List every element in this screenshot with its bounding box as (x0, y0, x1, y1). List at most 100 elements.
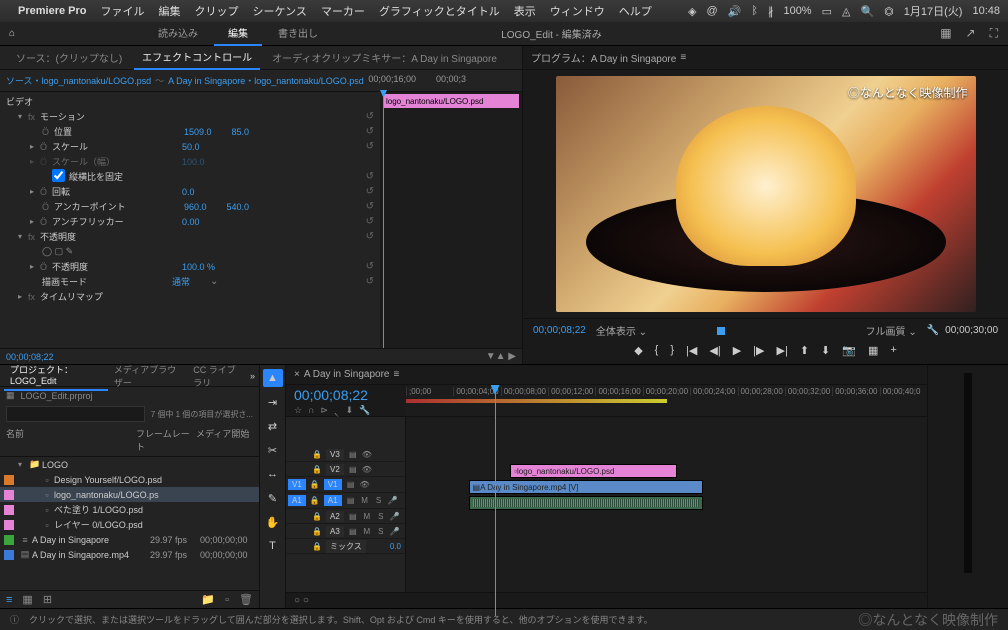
timeline-track-area[interactable]: ▫logo_nantonaku/LOGO.psd ▤A Day in Singa… (406, 417, 927, 592)
list-item[interactable]: ▤A Day in Singapore.mp429.97 fps00;00;00… (0, 547, 259, 562)
list-view-icon[interactable]: ≡ (6, 594, 12, 606)
menu-graphics[interactable]: グラフィックとタイトル (379, 3, 500, 19)
project-search-input[interactable] (6, 406, 145, 422)
menu-help[interactable]: ヘルプ (619, 3, 652, 19)
new-item-icon[interactable]: ▫ (225, 594, 229, 606)
at-icon[interactable]: @ (706, 5, 717, 17)
prop-opacity-grp[interactable]: 不透明度 (40, 230, 160, 243)
go-in-icon[interactable]: |◀ (686, 344, 697, 357)
project-item-list: ▾📁LOGO ▫Design Yourself/LOGO.psd ▫logo_n… (0, 457, 259, 590)
new-bin-icon[interactable]: 📁 (201, 593, 215, 606)
ws-tab-edit[interactable]: 編集 (214, 21, 262, 46)
list-item[interactable]: ▫レイヤー 0/LOGO.psd (0, 517, 259, 532)
export-frame-icon[interactable]: 📷 (842, 344, 856, 357)
list-item[interactable]: ▫logo_nantonaku/LOGO.ps (0, 487, 259, 502)
list-item[interactable]: ▫Design Yourself/LOGO.psd (0, 472, 259, 487)
battery-icon: ▭ (822, 5, 832, 18)
volume-icon[interactable]: 🔊 (728, 5, 742, 18)
list-item[interactable]: ▫べた塗り 1/LOGO.psd (0, 502, 259, 517)
wifi-icon[interactable]: ◬ (842, 5, 850, 18)
razor-tool[interactable]: ✂ (263, 441, 283, 459)
tab-source[interactable]: ソース：(クリップなし) (8, 46, 130, 69)
pen-tool[interactable]: ✎ (263, 489, 283, 507)
program-scrubber[interactable] (657, 328, 856, 334)
program-tc-current[interactable]: 00;00;08;22 (533, 325, 586, 336)
comparison-icon[interactable]: ▦ (868, 344, 878, 357)
cc-icon[interactable]: ◈ (688, 5, 696, 18)
ws-tab-import[interactable]: 読み込み (144, 21, 212, 46)
prop-timeremap[interactable]: タイムリマップ (40, 290, 160, 303)
menu-window[interactable]: ウィンドウ (550, 3, 605, 19)
menu-clip[interactable]: クリップ (194, 3, 238, 19)
tab-effect-controls[interactable]: エフェクトコントロール (134, 45, 260, 70)
extract-icon[interactable]: ⬇ (821, 344, 830, 357)
menu-edit[interactable]: 編集 (158, 3, 180, 19)
slip-tool[interactable]: ↔ (263, 465, 283, 483)
selection-tool[interactable]: ▲ (263, 369, 283, 387)
zoom-dropdown[interactable]: 全体表示 ⌄ (596, 323, 647, 338)
play-icon[interactable]: ▶ (733, 344, 741, 357)
add-marker-icon[interactable]: ◆ (634, 344, 642, 357)
effect-timeline[interactable]: logo_nantonaku/LOGO.psd (380, 92, 522, 348)
bt-badge: ∦ (768, 5, 774, 18)
track-select-tool[interactable]: ⇥ (263, 393, 283, 411)
maximize-icon[interactable]: ⛶ (990, 26, 998, 41)
search-icon[interactable]: 🔍 (860, 5, 874, 18)
bluetooth-icon[interactable]: ᛒ (751, 5, 758, 17)
icon-view-icon[interactable]: ▦ (22, 593, 32, 606)
battery-pct: 100% (783, 5, 811, 17)
menu-marker[interactable]: マーカー (321, 3, 365, 19)
list-item[interactable]: ≡A Day in Singapore29.97 fps00;00;00;00 (0, 532, 259, 547)
quality-dropdown[interactable]: フル画質 ⌄ (866, 323, 917, 338)
home-icon[interactable]: ⌂ (0, 28, 24, 39)
prop-opacity: 不透明度 (52, 260, 172, 273)
timeline-ruler[interactable]: ;00;0000;00;04;0000;00;08;0000;00;12;000… (406, 385, 927, 416)
prop-scale-w: スケール（幅） (52, 155, 172, 168)
control-center-icon[interactable]: ⏣ (884, 5, 894, 18)
clear-icon[interactable]: 🗑 (239, 593, 253, 606)
sequence-title[interactable]: A Day in Singapore (304, 369, 390, 380)
effect-source: ソース・logo_nantonaku/LOGO.psd (6, 74, 151, 87)
timeline-playhead[interactable] (495, 385, 496, 616)
step-fwd-icon[interactable]: |▶ (753, 344, 764, 357)
prop-scale: スケール (52, 140, 172, 153)
menu-view[interactable]: 表示 (514, 3, 536, 19)
timeline-clip-audio[interactable] (469, 496, 703, 510)
app-name[interactable]: Premiere Pro (18, 5, 86, 17)
hand-tool[interactable]: ✋ (263, 513, 283, 531)
lift-icon[interactable]: ⬆ (800, 344, 809, 357)
tools-panel: ▲ ⇥ ⇄ ✂ ↔ ✎ ✋ T (260, 365, 286, 608)
time[interactable]: 10:48 (972, 5, 1000, 17)
program-monitor[interactable]: ◎なんとなく映像制作 (523, 70, 1008, 318)
ripple-edit-tool[interactable]: ⇄ (263, 417, 283, 435)
tab-audio-mixer[interactable]: オーディオクリップミキサー：A Day in Singapore (264, 46, 505, 69)
effect-playhead[interactable] (383, 92, 384, 348)
timeline-clip[interactable]: ▤A Day in Singapore.mp4 [V] (469, 480, 703, 494)
workspace-menu-icon[interactable]: ▦ (940, 26, 951, 41)
menu-sequence[interactable]: シーケンス (252, 3, 306, 19)
prop-rotation: 回転 (52, 185, 172, 198)
mark-in-icon[interactable]: { (655, 344, 659, 357)
type-tool[interactable]: T (263, 537, 283, 555)
list-item[interactable]: ▾📁LOGO (0, 457, 259, 472)
step-back-icon[interactable]: ◀| (709, 344, 720, 357)
date[interactable]: 1月17日(火) (904, 3, 963, 19)
ws-tab-export[interactable]: 書き出し (264, 21, 332, 46)
aspect-lock-checkbox[interactable] (52, 169, 65, 182)
timeline-timecode[interactable]: 00;00;08;22 (294, 387, 398, 403)
effect-clip-bar: logo_nantonaku/LOGO.psd (383, 94, 519, 108)
go-out-icon[interactable]: ▶| (776, 344, 787, 357)
menu-file[interactable]: ファイル (100, 3, 144, 19)
freeform-view-icon[interactable]: ⊞ (43, 593, 52, 606)
timeline-clip[interactable]: ▫logo_nantonaku/LOGO.psd (510, 464, 677, 478)
reset-icon[interactable]: ↺ (366, 111, 374, 122)
prop-motion[interactable]: モーション (40, 110, 160, 123)
mark-out-icon[interactable]: } (670, 344, 674, 357)
effect-controls-panel: ソース：(クリップなし) エフェクトコントロール オーディオクリップミキサー：A… (0, 46, 523, 364)
wrench-icon[interactable]: 🔧 (927, 325, 939, 336)
button-editor-icon[interactable]: + (890, 344, 896, 357)
status-bar: ⓘ クリックで選択、または選択ツールをドラッグして囲んだ部分を選択します。Shi… (0, 608, 1008, 630)
effect-filter-icon[interactable]: ▼▲ ▶ (486, 351, 516, 362)
quick-export-icon[interactable]: ↗ (966, 26, 976, 41)
program-title: プログラム：A Day in Singapore (531, 50, 676, 65)
